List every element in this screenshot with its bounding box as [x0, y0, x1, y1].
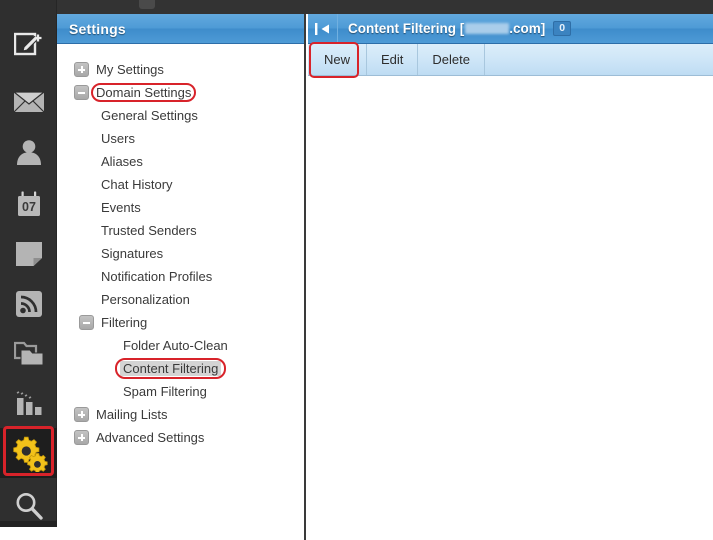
edit-button[interactable]: Edit: [367, 44, 419, 75]
tree-item-label: Trusted Senders: [101, 223, 197, 238]
tree-item-label: Notification Profiles: [101, 269, 213, 284]
tree-item-advanced-settings[interactable]: Advanced Settings: [57, 426, 304, 449]
content-panel: Content Filtering [ .com] 0 New Edit Del…: [308, 13, 713, 540]
tree-item-label: Spam Filtering: [123, 384, 207, 399]
delete-button[interactable]: Delete: [418, 44, 485, 75]
compose-icon[interactable]: [0, 22, 57, 66]
tree-item-label: Events: [101, 200, 141, 215]
app-window: 07 Settings My Settings Domain Settings …: [0, 0, 713, 540]
content-title-suffix: .com]: [509, 21, 546, 36]
item-count-badge: 0: [553, 20, 572, 37]
expand-icon[interactable]: [74, 407, 89, 422]
contacts-icon[interactable]: [0, 130, 57, 174]
content-panel-header: Content Filtering [ .com] 0: [308, 13, 713, 44]
notes-icon[interactable]: [0, 232, 57, 276]
toolbar-filler: [485, 44, 713, 75]
settings-panel-header: Settings: [57, 14, 304, 44]
top-notch: [139, 0, 155, 9]
tree-item-label: Advanced Settings: [96, 430, 205, 445]
rail-bottom-shadow: [0, 521, 57, 527]
folders-icon[interactable]: [0, 332, 57, 376]
tree-item-label: Chat History: [101, 177, 173, 192]
tree-item-label: Personalization: [101, 292, 190, 307]
settings-panel-title: Settings: [69, 20, 126, 37]
collapse-left-icon[interactable]: [308, 13, 338, 44]
tree-item-content-filtering[interactable]: Content Filtering: [57, 357, 304, 380]
expand-icon[interactable]: [74, 430, 89, 445]
collapse-icon[interactable]: [74, 85, 89, 100]
tree-item-aliases[interactable]: Aliases: [57, 150, 304, 173]
tree-item-filtering[interactable]: Filtering: [57, 311, 304, 334]
tree-item-label: Domain Settings: [96, 85, 192, 100]
tree-item-label: Users: [101, 131, 135, 146]
top-chrome-strip: [0, 0, 713, 14]
tree-item-label: Content Filtering: [120, 361, 222, 376]
mail-icon[interactable]: [0, 80, 57, 124]
calendar-day-label: 07: [22, 200, 36, 214]
tree-item-events[interactable]: Events: [57, 196, 304, 219]
tree-item-label: Mailing Lists: [96, 407, 168, 422]
tree-item-spam-filtering[interactable]: Spam Filtering: [57, 380, 304, 403]
settings-panel: Settings My Settings Domain Settings Gener…: [57, 14, 306, 540]
collapse-icon[interactable]: [79, 315, 94, 330]
reports-icon[interactable]: [0, 382, 57, 426]
content-panel-title: Content Filtering [ .com] 0: [348, 20, 572, 37]
tree-item-folder-auto-clean[interactable]: Folder Auto-Clean: [57, 334, 304, 357]
tree-item-mailing-lists[interactable]: Mailing Lists: [57, 403, 304, 426]
content-toolbar: New Edit Delete: [308, 42, 713, 78]
settings-gear-icon[interactable]: [0, 428, 57, 478]
tree-item-chat-history[interactable]: Chat History: [57, 173, 304, 196]
redacted-domain: [465, 23, 510, 34]
tree-item-personalization[interactable]: Personalization: [57, 288, 304, 311]
calendar-icon[interactable]: 07: [0, 182, 57, 226]
expand-icon[interactable]: [74, 62, 89, 77]
tree-item-label: General Settings: [101, 108, 198, 123]
tree-item-trusted-senders[interactable]: Trusted Senders: [57, 219, 304, 242]
new-button[interactable]: New: [308, 44, 368, 75]
tree-item-notification-profiles[interactable]: Notification Profiles: [57, 265, 304, 288]
tree-item-label: Filtering: [101, 315, 148, 330]
tree-item-label: My Settings: [96, 62, 164, 77]
content-title-prefix: Content Filtering [: [348, 21, 465, 36]
tree-item-label: Signatures: [101, 246, 164, 261]
tree-item-label: Folder Auto-Clean: [123, 338, 228, 353]
settings-tree: My Settings Domain Settings General Settin…: [57, 44, 304, 449]
content-list-area: [308, 76, 713, 539]
feeds-icon[interactable]: [0, 282, 57, 326]
tree-item-signatures[interactable]: Signatures: [57, 242, 304, 265]
tree-item-domain-settings[interactable]: Domain Settings: [57, 81, 304, 104]
tree-item-my-settings[interactable]: My Settings: [57, 58, 304, 81]
app-icon-rail: 07: [0, 0, 57, 527]
tree-item-label: Aliases: [101, 154, 143, 169]
tree-item-users[interactable]: Users: [57, 127, 304, 150]
tree-item-general-settings[interactable]: General Settings: [57, 104, 304, 127]
